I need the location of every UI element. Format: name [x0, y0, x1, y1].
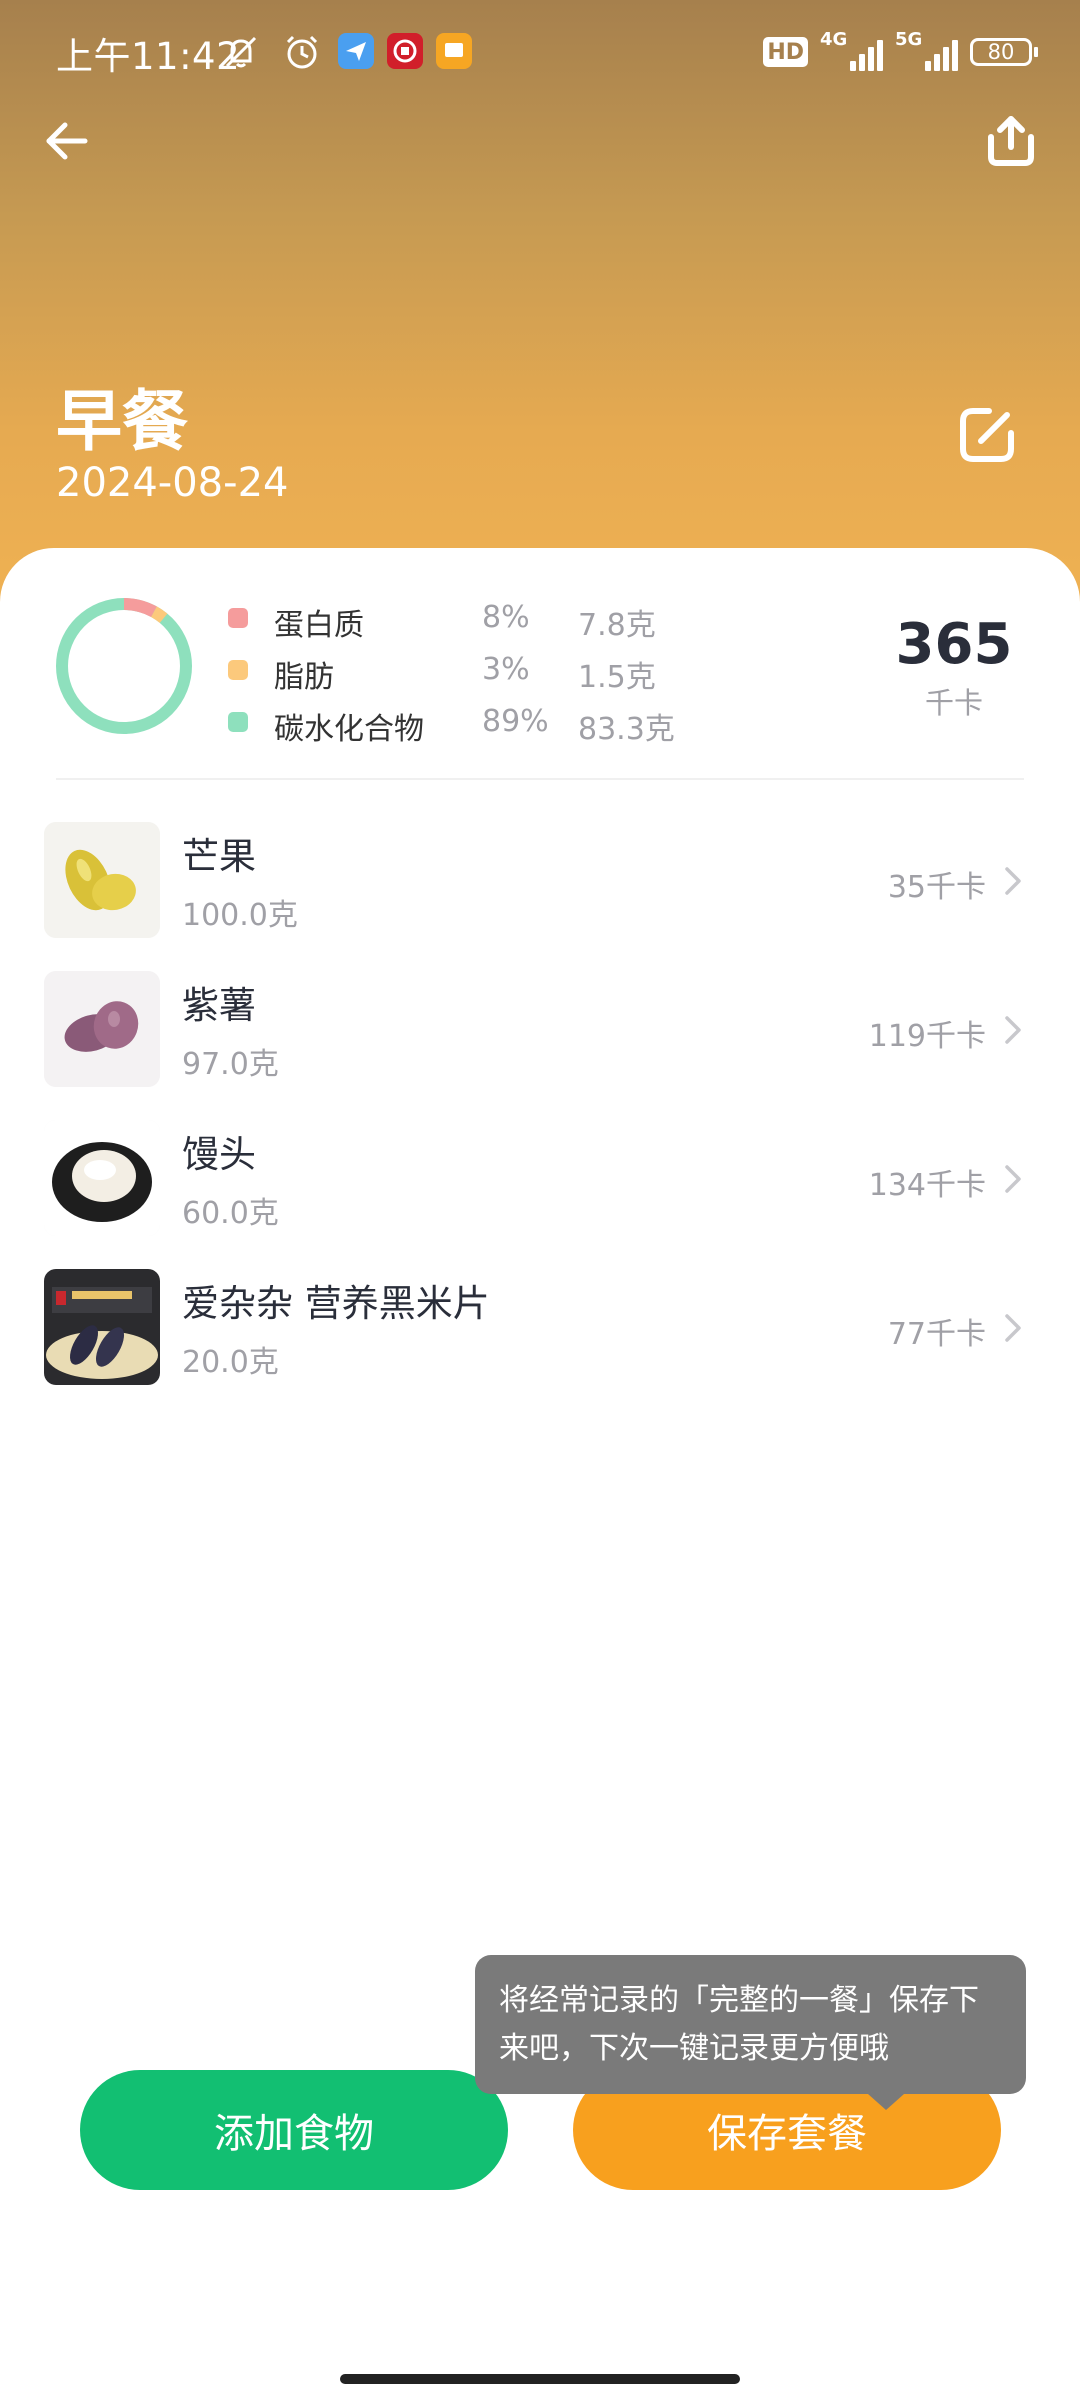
mango-thumbnail — [44, 822, 160, 938]
food-list: 芒果 100.0克 35千卡 紫薯 97.0克 119千卡 馒头 60.0克 1… — [0, 822, 1080, 1418]
share-upload-icon — [988, 116, 1034, 166]
food-calories: 119千卡 — [868, 1019, 986, 1054]
legend-row-fat: 脂肪 3% 1.5克 — [226, 648, 706, 700]
legend-row-carbs: 碳水化合物 89% 83.3克 — [226, 700, 706, 752]
food-weight: 60.0克 — [182, 1196, 279, 1231]
add-food-button[interactable]: 添加食物 — [80, 2070, 508, 2190]
legend-amount: 83.3克 — [578, 712, 675, 747]
save-set-meal-tooltip: 将经常记录的「完整的一餐」保存下 来吧，下次一键记录更方便哦 — [475, 1955, 1026, 2094]
legend-row-protein: 蛋白质 8% 7.8克 — [226, 596, 706, 648]
tooltip-arrow — [868, 2094, 904, 2110]
meal-title: 早餐 — [56, 383, 188, 460]
food-name: 馒头 — [182, 1133, 256, 1176]
message-app-icon — [436, 33, 472, 69]
status-time: 上午11:42 — [56, 35, 241, 78]
chevron-right-icon — [1005, 867, 1021, 895]
share-button[interactable] — [978, 108, 1044, 174]
legend-percent: 8% — [482, 600, 530, 635]
legend-amount: 7.8克 — [578, 608, 656, 643]
food-name: 紫薯 — [182, 984, 256, 1027]
back-button[interactable] — [36, 110, 98, 172]
bank-app-icon — [387, 33, 423, 69]
carbs-color-dot — [228, 712, 248, 732]
app-notification-icon — [338, 33, 374, 69]
food-calories: 77千卡 — [887, 1317, 986, 1352]
chevron-right-icon — [1005, 1165, 1021, 1193]
status-bar: 上午11:42 HD 4G 5G 80 — [0, 0, 1080, 105]
food-item-mango[interactable]: 芒果 100.0克 35千卡 — [0, 822, 1080, 971]
hd-badge: HD — [763, 37, 808, 67]
chevron-right-icon — [1005, 1314, 1021, 1342]
nutrition-legend: 蛋白质 8% 7.8克 脂肪 3% 1.5克 碳水化合物 89% 83.3克 — [226, 596, 706, 752]
mute-bell-icon — [222, 33, 260, 71]
network-type-2: 5G — [895, 29, 923, 50]
nutrition-donut-chart — [56, 598, 192, 734]
donut-carbs-segment — [56, 598, 192, 734]
fat-color-dot — [228, 660, 248, 680]
food-calories: 134千卡 — [868, 1168, 986, 1203]
legend-name: 蛋白质 — [274, 608, 364, 643]
food-calories: 35千卡 — [887, 870, 986, 905]
food-item-black-rice-flakes[interactable]: 爱杂杂 营养黑米片 20.0克 77千卡 — [0, 1269, 1080, 1418]
network-type-1: 4G — [820, 29, 848, 50]
tooltip-line-2: 来吧，下次一键记录更方便哦 — [499, 2031, 889, 2066]
total-calories: 365 千卡 — [884, 612, 1024, 722]
food-name: 芒果 — [182, 835, 256, 878]
edit-pencil-icon — [960, 408, 1014, 462]
legend-percent: 89% — [482, 704, 549, 739]
divider — [56, 778, 1024, 780]
home-indicator[interactable] — [340, 2374, 740, 2384]
food-weight: 97.0克 — [182, 1047, 279, 1082]
tooltip-line-1: 将经常记录的「完整的一餐」保存下 — [499, 1983, 979, 2018]
food-weight: 100.0克 — [182, 898, 298, 933]
black-rice-flakes-thumbnail — [44, 1269, 160, 1385]
legend-percent: 3% — [482, 652, 530, 687]
steamed-bun-thumbnail — [44, 1120, 160, 1236]
back-arrow-icon — [46, 122, 88, 160]
total-calories-value: 365 — [895, 612, 1013, 677]
signal-strength-icon-2: 5G — [895, 29, 958, 71]
legend-name: 碳水化合物 — [274, 712, 424, 747]
battery-icon: 80 — [970, 38, 1038, 66]
protein-color-dot — [228, 608, 248, 628]
food-weight: 20.0克 — [182, 1345, 279, 1380]
total-calories-unit: 千卡 — [924, 686, 983, 720]
food-name: 爱杂杂 营养黑米片 — [182, 1282, 490, 1325]
food-item-steamed-bun[interactable]: 馒头 60.0克 134千卡 — [0, 1120, 1080, 1269]
edit-button[interactable] — [952, 400, 1022, 470]
meal-date: 2024-08-24 — [56, 460, 289, 506]
legend-name: 脂肪 — [274, 660, 334, 695]
status-right-group: HD 4G 5G 80 — [763, 29, 1038, 74]
purple-sweet-potato-thumbnail — [44, 971, 160, 1087]
alarm-icon — [283, 33, 321, 71]
chevron-right-icon — [1005, 1016, 1021, 1044]
signal-strength-icon: 4G — [820, 29, 883, 71]
food-item-purple-sweet-potato[interactable]: 紫薯 97.0克 119千卡 — [0, 971, 1080, 1120]
legend-amount: 1.5克 — [578, 660, 656, 695]
